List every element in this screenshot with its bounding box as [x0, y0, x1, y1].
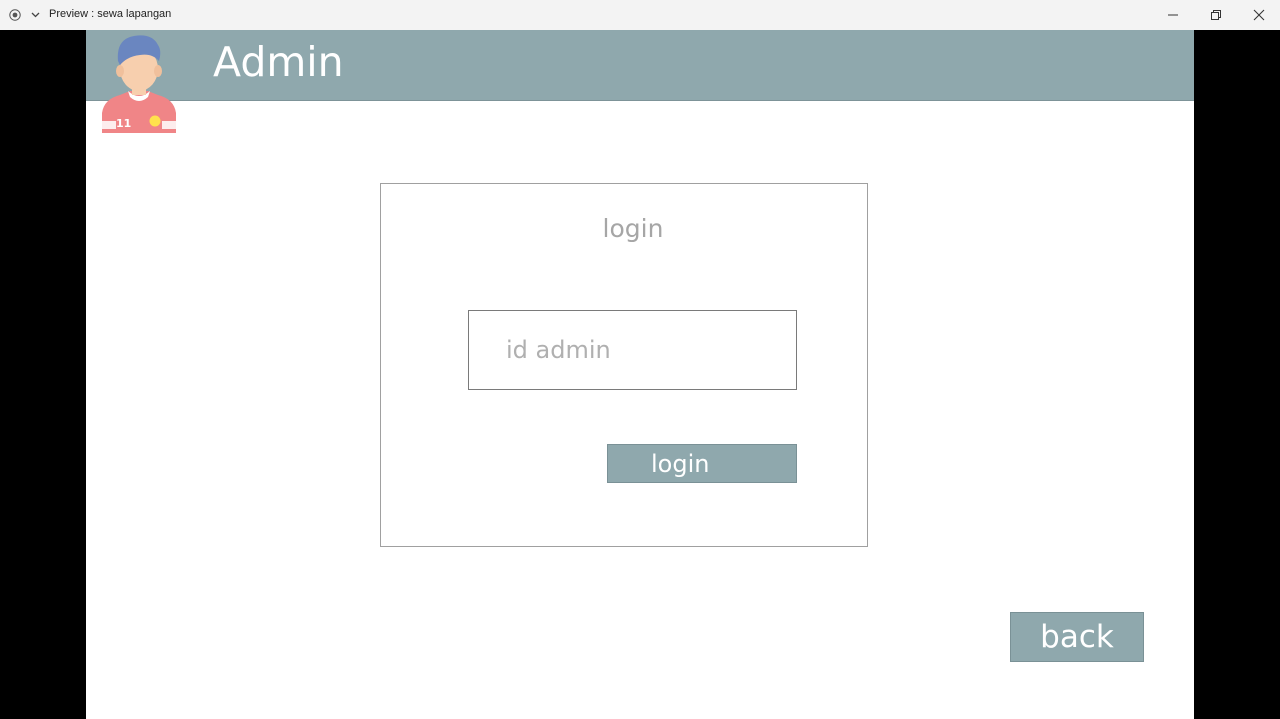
id-admin-input[interactable]: [468, 310, 797, 390]
close-icon: [1253, 9, 1265, 21]
page-title: Admin: [213, 38, 344, 86]
close-window-button[interactable]: [1237, 0, 1280, 30]
app-record-icon[interactable]: [9, 9, 21, 21]
chevron-down-icon[interactable]: [30, 10, 41, 20]
login-panel-title: login: [602, 214, 664, 243]
minimize-button[interactable]: [1151, 0, 1195, 30]
window-title: Preview : sewa lapangan: [49, 8, 172, 20]
login-button-label: login: [651, 449, 710, 478]
back-button[interactable]: back: [1010, 612, 1144, 662]
jersey-number: 11: [116, 117, 131, 130]
login-panel: login login: [380, 183, 868, 547]
restore-button[interactable]: [1194, 0, 1238, 30]
window-titlebar: Preview : sewa lapangan: [0, 0, 1280, 30]
login-button[interactable]: login: [607, 444, 797, 483]
header-bar: Admin: [86, 30, 1194, 101]
app-window: Admin 11 login login back: [86, 30, 1194, 719]
back-button-label: back: [1040, 619, 1114, 655]
restore-icon: [1211, 10, 1221, 20]
soccer-player-avatar-icon: 11: [102, 35, 176, 133]
minimize-icon: [1168, 14, 1178, 16]
